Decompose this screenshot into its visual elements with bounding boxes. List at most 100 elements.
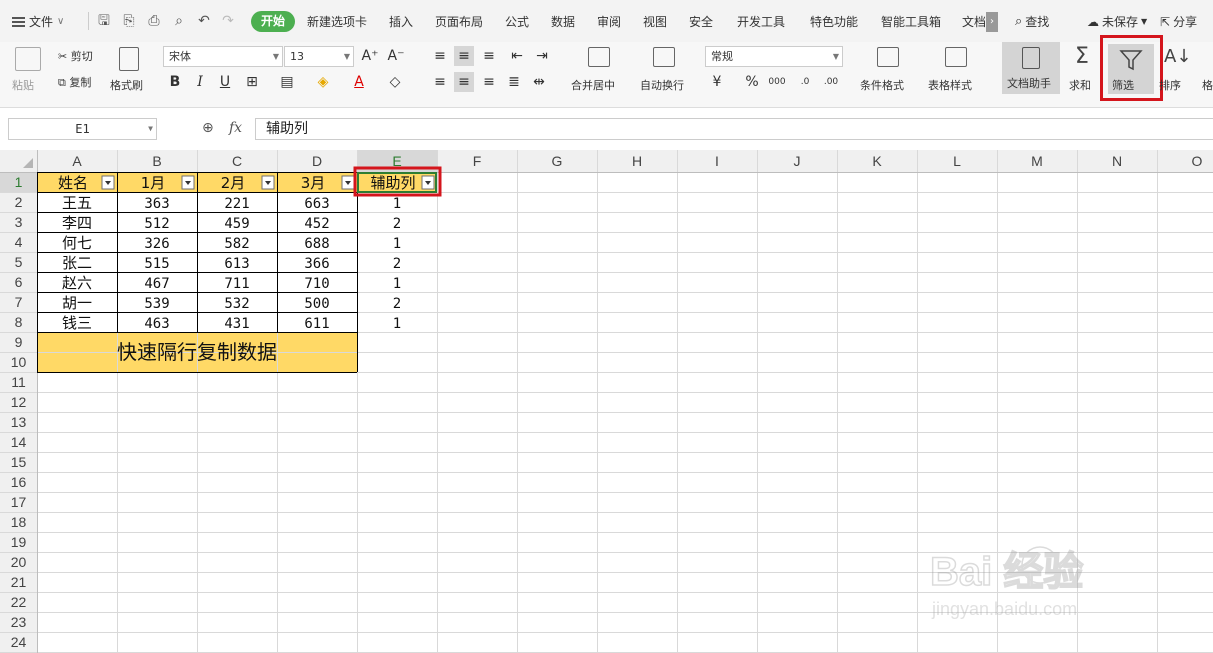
column-header-O[interactable]: O <box>1192 153 1203 169</box>
row-header-14[interactable]: 14 <box>11 434 27 450</box>
row-header-15[interactable]: 15 <box>11 454 27 470</box>
redo-icon[interactable]: ↷ <box>219 12 237 30</box>
spreadsheet-grid[interactable]: A B C D E F G H I J K L M N O 1 2 3 4 5 6 7 8 9 10 11 12 13 14 15 16 17… <box>0 150 1213 653</box>
table-cell[interactable]: 515 <box>144 256 169 272</box>
font-name-select[interactable]: 宋体 ▼ <box>163 46 283 67</box>
column-header-K[interactable]: K <box>872 153 882 169</box>
row-header-6[interactable]: 6 <box>15 274 23 290</box>
percent-icon[interactable]: % <box>742 72 762 92</box>
merge-center-button[interactable]: 合并居中 <box>568 44 632 94</box>
table-cell[interactable]: 1 <box>393 276 401 292</box>
font-color-icon[interactable]: A <box>349 72 369 92</box>
zoom-icon[interactable]: ⊕ <box>202 120 214 136</box>
table-cell[interactable]: 459 <box>224 216 249 232</box>
table-cell[interactable]: 463 <box>144 316 169 332</box>
fill-color-icon[interactable]: ◈ <box>313 72 333 92</box>
tab-developer[interactable]: 开发工具 <box>737 13 785 30</box>
table-cell[interactable]: 赵六 <box>62 274 92 292</box>
underline-icon[interactable]: U <box>215 72 235 92</box>
tab-features[interactable]: 特色功能 <box>810 13 858 30</box>
increase-decimal-icon[interactable]: .0 <box>795 72 815 92</box>
header-cell[interactable]: 1月 <box>141 174 166 192</box>
distribute-icon[interactable]: ⇹ <box>529 72 549 92</box>
increase-font-icon[interactable]: A⁺ <box>360 46 380 66</box>
file-menu[interactable]: 文件 ∨ <box>12 13 64 30</box>
save-status[interactable]: ☁ 未保存 ▼ <box>1087 13 1147 30</box>
column-header-M[interactable]: M <box>1031 153 1043 169</box>
table-cell[interactable]: 1 <box>393 316 401 332</box>
bold-icon[interactable]: B <box>165 72 185 92</box>
name-box[interactable]: E1 ▼ <box>8 118 157 140</box>
table-cell[interactable]: 221 <box>224 196 249 212</box>
row-header-13[interactable]: 13 <box>11 414 27 430</box>
cut-button[interactable]: ✂ 剪切 <box>58 48 93 64</box>
print-preview-icon[interactable]: ⌕ <box>170 12 188 30</box>
row-header-3[interactable]: 3 <box>15 214 23 230</box>
justify-icon[interactable]: ≣ <box>504 72 524 92</box>
align-middle-icon[interactable]: ≡ <box>454 46 474 66</box>
column-header-D[interactable]: D <box>312 153 322 169</box>
align-center-icon[interactable]: ≡ <box>454 72 474 92</box>
table-cell[interactable]: 326 <box>144 236 169 252</box>
table-cell[interactable]: 胡一 <box>62 294 92 312</box>
header-cell[interactable]: 3月 <box>301 174 326 192</box>
column-header-C[interactable]: C <box>232 153 242 169</box>
table-cell[interactable]: 452 <box>304 216 329 232</box>
clear-format-icon[interactable]: ◇ <box>385 72 405 92</box>
format-painter-button[interactable]: 格式刷 <box>108 44 152 94</box>
decrease-decimal-icon[interactable]: .00 <box>821 72 841 92</box>
copy-button[interactable]: ⧉ 复制 <box>58 74 91 90</box>
tab-insert[interactable]: 插入 <box>389 13 413 30</box>
column-header-B[interactable]: B <box>152 153 161 169</box>
tab-review[interactable]: 审阅 <box>597 13 621 30</box>
row-header-19[interactable]: 19 <box>11 534 27 550</box>
table-cell[interactable]: 467 <box>144 276 169 292</box>
table-cell[interactable]: 539 <box>144 296 169 312</box>
decrease-font-icon[interactable]: A⁻ <box>386 46 406 66</box>
conditional-format-button[interactable]: 条件格式 <box>857 44 921 94</box>
table-cell[interactable]: 王五 <box>62 194 92 212</box>
table-cell[interactable]: 张二 <box>62 254 92 272</box>
export-icon[interactable]: ⎘ <box>120 12 138 30</box>
wrap-text-button[interactable]: 自动换行 <box>637 44 693 94</box>
column-header-J[interactable]: J <box>794 153 801 169</box>
align-bottom-icon[interactable]: ≡ <box>479 46 499 66</box>
search-button[interactable]: ⌕ 查找 <box>1015 13 1049 30</box>
row-header-5[interactable]: 5 <box>15 254 23 270</box>
sum-button[interactable]: Σ 求和 <box>1067 44 1103 94</box>
align-right-icon[interactable]: ≡ <box>479 72 499 92</box>
header-cell[interactable]: 姓名 <box>58 174 88 192</box>
column-header-A[interactable]: A <box>72 153 82 169</box>
table-cell[interactable]: 711 <box>224 276 249 292</box>
table-cell[interactable]: 582 <box>224 236 249 252</box>
align-left-icon[interactable]: ≡ <box>430 72 450 92</box>
row-header-17[interactable]: 17 <box>11 494 27 510</box>
row-header-24[interactable]: 24 <box>11 634 27 650</box>
column-header-I[interactable]: I <box>715 153 719 169</box>
indent-icon[interactable]: ⇥ <box>532 46 552 66</box>
row-header-22[interactable]: 22 <box>11 594 27 610</box>
formula-input[interactable]: 辅助列 <box>255 118 1213 140</box>
table-cell[interactable]: 何七 <box>62 234 92 252</box>
table-cell[interactable]: 李四 <box>62 214 92 232</box>
tab-page-layout[interactable]: 页面布局 <box>435 13 483 30</box>
tab-home[interactable]: 开始 <box>251 11 295 32</box>
tab-security[interactable]: 安全 <box>689 13 713 30</box>
table-cell[interactable]: 2 <box>393 216 401 232</box>
row-header-11[interactable]: 11 <box>11 374 26 390</box>
column-header-H[interactable]: H <box>632 153 642 169</box>
paste-button[interactable]: 粘贴 <box>8 44 48 94</box>
row-header-1[interactable]: 1 <box>15 174 23 190</box>
row-header-21[interactable]: 21 <box>11 574 27 590</box>
table-cell[interactable]: 钱三 <box>62 314 92 332</box>
row-header-10[interactable]: 10 <box>11 354 27 370</box>
doc-helper-button[interactable]: 文档助手 <box>1002 42 1060 94</box>
row-header-4[interactable]: 4 <box>15 234 23 250</box>
table-cell[interactable]: 611 <box>304 316 329 332</box>
table-cell[interactable]: 500 <box>304 296 329 312</box>
merged-title-cell[interactable]: 快速隔行复制数据 <box>117 340 277 364</box>
border-icon[interactable]: ⊞ <box>242 72 262 92</box>
table-cell[interactable]: 532 <box>224 296 249 312</box>
table-cell[interactable]: 663 <box>304 196 329 212</box>
table-cell[interactable]: 688 <box>304 236 329 252</box>
